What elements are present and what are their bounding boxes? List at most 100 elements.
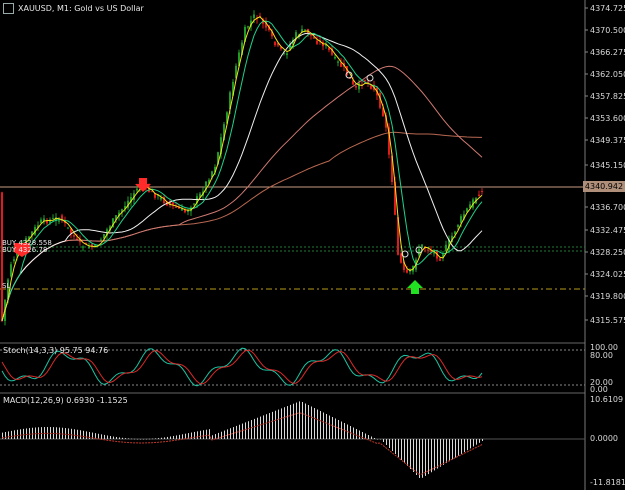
macd-bar (83, 430, 84, 439)
candle-body (478, 194, 480, 197)
current-price-box: 4340.942 (583, 181, 625, 192)
macd-bar (326, 414, 327, 439)
macd-bar (248, 421, 249, 439)
macd-bar (59, 427, 60, 439)
candle-body (1, 192, 3, 321)
candle-body (136, 188, 138, 191)
macd-bar (20, 429, 21, 439)
macd-bar (113, 436, 114, 439)
macd-bar (239, 424, 240, 439)
candle-body (247, 26, 249, 28)
macd-bar (458, 439, 459, 456)
macd-bar (269, 413, 270, 439)
macd-bar (197, 431, 198, 439)
macd-bar (125, 438, 126, 439)
macd-bar (392, 439, 393, 451)
macd-bar (143, 438, 144, 440)
macd-bar (377, 439, 378, 440)
macd-bar (473, 439, 474, 447)
macd-bar (353, 427, 354, 439)
macd-bar (419, 439, 420, 478)
macd-bar (179, 434, 180, 439)
macd-bar (404, 439, 405, 463)
macd-bar (281, 408, 282, 439)
macd-bar (305, 403, 306, 439)
macd-bar (17, 429, 18, 439)
candle-body (286, 53, 288, 56)
macd-bar (401, 439, 402, 460)
macd-bar (23, 428, 24, 439)
macd-bar (296, 402, 297, 439)
macd-bar (146, 438, 147, 440)
macd-histogram (2, 401, 483, 478)
macd-bar (440, 439, 441, 467)
price-axis-label: 4328.250 (590, 248, 625, 257)
macd-bar (422, 439, 423, 478)
macd-bar (380, 439, 381, 440)
macd-bar (386, 439, 387, 445)
stoch-level-80-label: 80.00 (590, 351, 613, 360)
macd-bar (80, 430, 81, 439)
macd-bar (449, 439, 450, 462)
candle-body (427, 249, 429, 251)
macd-bar (410, 439, 411, 469)
candle-body (82, 246, 84, 248)
macd-bar (467, 439, 468, 451)
macd-bar (299, 401, 300, 439)
macd-bar (359, 430, 360, 439)
macd-bar (227, 429, 228, 439)
macd-level-top: 10.6109 (590, 395, 624, 404)
stop-loss-label[interactable]: SL (2, 282, 10, 290)
price-axis-label: 4357.825 (590, 92, 625, 101)
macd-bar (176, 435, 177, 439)
macd-bar (356, 429, 357, 439)
macd-bar (74, 429, 75, 439)
chart-window[interactable]: XAUUSD, M1: Gold vs US Dollar 4374.725 4… (0, 0, 625, 490)
macd-bar (11, 430, 12, 439)
candle-body (10, 264, 12, 277)
macd-bar (35, 427, 36, 439)
candle-body (418, 248, 420, 256)
macd-bar (5, 432, 6, 439)
candle-body (253, 14, 255, 19)
stop-marker-label[interactable]: BUY 4326.78 (2, 246, 47, 254)
candle-body (175, 206, 177, 208)
macd-bar (62, 427, 63, 439)
candle-body (40, 219, 42, 223)
stoch-signal-line (1, 349, 483, 385)
price-axis-label: 4345.150 (590, 161, 625, 170)
macd-bar (155, 438, 156, 439)
macd-bar (335, 418, 336, 439)
macd-bar (212, 435, 213, 439)
buy-arrow-icon (407, 280, 423, 294)
macd-bar (170, 436, 171, 439)
macd-bar (152, 438, 153, 440)
macd-bar (425, 439, 426, 476)
macd-bar (221, 431, 222, 439)
macd-bar (437, 439, 438, 469)
macd-bar (311, 406, 312, 439)
ma-white (1, 32, 483, 322)
macd-bar (332, 417, 333, 439)
macd-bar (203, 430, 204, 439)
ma-green (1, 20, 483, 322)
macd-bar (263, 415, 264, 439)
price-axis-label: 4315.575 (590, 316, 625, 325)
macd-bar (464, 439, 465, 453)
candle-body (370, 85, 372, 89)
candle-body (160, 197, 162, 200)
stoch-level-0: 0.00 (590, 385, 608, 394)
price-chart[interactable] (0, 0, 625, 490)
candle-body (316, 40, 318, 44)
price-axis-label: 4324.025 (590, 270, 625, 279)
candle-body (457, 225, 459, 228)
macd-bar (428, 439, 429, 475)
macd-bar (416, 439, 417, 475)
macd-bar (104, 434, 105, 439)
macd-bar (338, 420, 339, 439)
macd-bar (14, 430, 15, 439)
macd-bar (323, 412, 324, 439)
macd-bar (65, 428, 66, 439)
macd-bar (251, 420, 252, 439)
stoch-title: Stoch(14,3,3) 95.75 94.76 (3, 346, 109, 355)
